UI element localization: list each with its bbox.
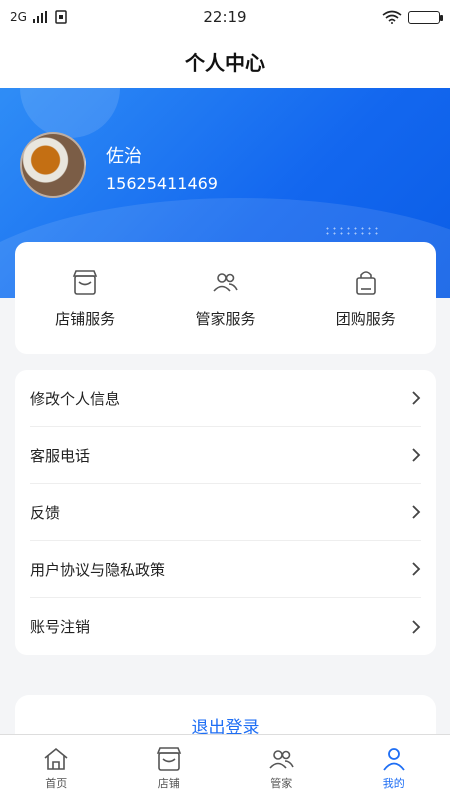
store-icon	[72, 269, 98, 295]
users-icon	[269, 749, 294, 769]
bottom-tab-bar: 首页 店铺 管家 我的	[0, 734, 450, 800]
status-time: 22:19	[203, 8, 247, 26]
chevron-right-icon	[412, 562, 421, 576]
menu-item-edit-profile[interactable]: 修改个人信息	[30, 370, 421, 427]
tab-label: 店铺	[157, 776, 180, 790]
group-buy-service-button[interactable]: 团购服务	[306, 268, 426, 329]
tab-label: 我的	[382, 776, 405, 790]
store-service-button[interactable]: 店铺服务	[25, 268, 145, 329]
status-bar: 2G 22:19	[0, 0, 450, 34]
user-name: 佐治	[106, 146, 142, 167]
menu-item-label: 账号注销	[30, 618, 91, 636]
banner-dots-decoration	[324, 226, 380, 236]
settings-menu: 修改个人信息 客服电话 反馈 用户协议与隐私政策 账号注销	[15, 370, 436, 655]
tab-label: 首页	[45, 776, 68, 790]
menu-item-agreement-privacy[interactable]: 用户协议与隐私政策	[30, 541, 421, 598]
tab-label: 管家	[270, 776, 293, 790]
chevron-right-icon	[412, 448, 421, 462]
services-card: 店铺服务 管家服务 团购服务	[15, 242, 436, 354]
users-icon	[213, 272, 239, 292]
tab-mine[interactable]: 我的	[349, 745, 439, 791]
page-title: 个人中心	[0, 34, 450, 88]
chevron-right-icon	[412, 391, 421, 405]
banner-circle-decoration	[20, 88, 120, 138]
tab-home[interactable]: 首页	[11, 745, 101, 791]
chevron-right-icon	[412, 619, 421, 634]
menu-item-feedback[interactable]: 反馈	[30, 484, 421, 541]
store-icon	[156, 746, 181, 771]
store-service-label: 店铺服务	[55, 309, 116, 328]
menu-item-label: 修改个人信息	[30, 389, 121, 408]
chevron-right-icon	[412, 505, 421, 519]
menu-item-label: 用户协议与隐私政策	[30, 560, 166, 579]
user-icon	[383, 747, 405, 771]
avatar[interactable]	[20, 132, 86, 198]
tab-store[interactable]: 店铺	[124, 745, 214, 791]
shopping-bag-icon	[356, 270, 376, 295]
menu-item-label: 反馈	[30, 503, 61, 522]
battery-icon	[408, 10, 443, 24]
butler-service-button[interactable]: 管家服务	[165, 268, 285, 329]
butler-service-label: 管家服务	[195, 309, 256, 328]
menu-item-label: 客服电话	[30, 446, 91, 465]
home-icon	[44, 747, 68, 770]
user-phone: 15625411469	[106, 174, 218, 193]
menu-item-service-phone[interactable]: 客服电话	[30, 427, 421, 484]
tab-butler[interactable]: 管家	[236, 745, 326, 791]
group-buy-service-label: 团购服务	[335, 309, 396, 328]
menu-item-delete-account[interactable]: 账号注销	[30, 598, 421, 655]
